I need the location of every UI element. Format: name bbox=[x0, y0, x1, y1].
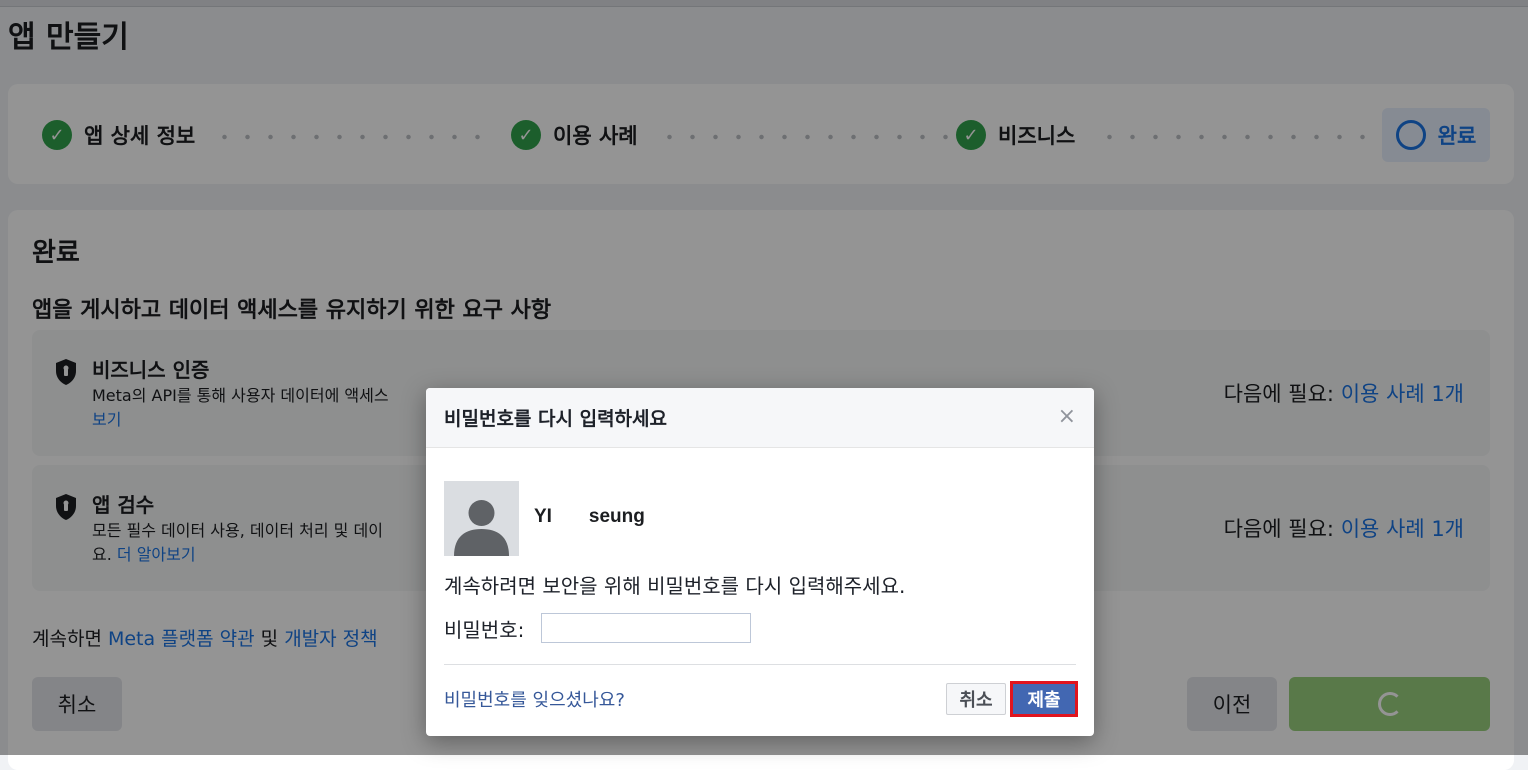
dialog-title: 비밀번호를 다시 입력하세요 bbox=[444, 408, 667, 430]
password-label: 비밀번호: bbox=[444, 618, 525, 642]
forgot-password-link[interactable]: 비밀번호를 잊으셨나요? bbox=[444, 686, 625, 712]
dialog-header: 비밀번호를 다시 입력하세요 × bbox=[426, 388, 1094, 448]
password-input[interactable] bbox=[541, 613, 751, 643]
dialog-message: 계속하려면 보안을 위해 비밀번호를 다시 입력해주세요. bbox=[444, 574, 906, 598]
dialog-divider bbox=[444, 664, 1076, 665]
avatar bbox=[444, 481, 519, 556]
close-icon[interactable]: × bbox=[1058, 404, 1076, 429]
submit-button[interactable]: 제출 bbox=[1010, 681, 1078, 717]
reauth-dialog: 비밀번호를 다시 입력하세요 × YI seung 계속하려면 보안을 위해 비… bbox=[426, 388, 1094, 736]
user-name: YI seung bbox=[534, 506, 645, 527]
default-avatar-icon bbox=[444, 481, 519, 556]
dialog-cancel-button[interactable]: 취소 bbox=[946, 683, 1006, 715]
